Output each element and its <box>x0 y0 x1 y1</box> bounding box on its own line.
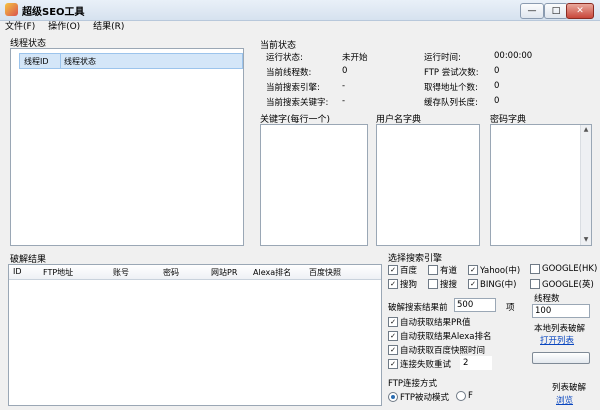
menu-results[interactable]: 结果(R) <box>88 20 129 34</box>
check-icon: ✓ <box>468 279 478 289</box>
engines-label: 选择搜索引擎 <box>388 254 443 264</box>
col-thread-id: 线程ID <box>24 57 49 66</box>
col-thread-status: 线程状态 <box>64 57 96 66</box>
stat-queue-value: 0 <box>494 96 500 106</box>
close-button[interactable]: ✕ <box>566 3 594 19</box>
action-button[interactable] <box>532 352 590 364</box>
stat-ftp-attempts-label: FTP 尝试次数: <box>424 68 479 78</box>
window-title: 超级SEO工具 <box>22 7 85 18</box>
col-id: ID <box>13 267 22 276</box>
menu-file[interactable]: 文件(F) <box>0 20 40 34</box>
local-list-label: 本地列表破解 <box>534 324 586 334</box>
engine-baidu-checkbox[interactable]: ✓ 百度 <box>388 264 417 276</box>
engine-google-en-checkbox[interactable]: GOOGLE(英) <box>530 278 594 290</box>
maximize-button[interactable]: □ <box>544 3 568 19</box>
ftp-passive-radio[interactable]: FTP被动模式 <box>388 391 449 403</box>
engine-yahoo-checkbox[interactable]: ✓ Yahoo(中) <box>468 264 520 276</box>
crack-prefix-label: 破解搜索结果前 <box>388 303 448 313</box>
stat-engine-label: 当前搜索引擎: <box>266 83 320 93</box>
minimize-button[interactable]: — <box>520 3 544 19</box>
stat-run-status-value: 未开始 <box>342 53 368 63</box>
check-icon: ✓ <box>388 359 398 369</box>
stat-thread-count-value: 0 <box>342 66 348 76</box>
threads-input[interactable]: 100 <box>532 304 590 318</box>
stat-keyword-label: 当前搜索关键字: <box>266 98 329 108</box>
stat-addresses-label: 取得地址个数: <box>424 83 478 93</box>
col-password: 密码 <box>163 268 179 277</box>
engine-soso-checkbox[interactable]: 搜搜 <box>428 278 457 290</box>
scroll-down-icon[interactable]: ▼ <box>582 236 590 244</box>
check-icon: ✓ <box>468 265 478 275</box>
passwords-scrollbar[interactable]: ▲ ▼ <box>580 125 591 245</box>
menu-bar: 文件(F) 操作(O) 结果(R) <box>0 20 600 34</box>
col-account: 账号 <box>113 268 129 277</box>
passwords-textarea[interactable]: ▲ ▼ <box>490 124 592 246</box>
open-list-link[interactable]: 打开列表 <box>540 334 574 346</box>
auto-pr-checkbox[interactable]: ✓ 自动获取结果PR值 <box>388 316 471 328</box>
check-icon: ✓ <box>388 265 398 275</box>
retry-checkbox[interactable]: ✓ 连接失败重试 <box>388 358 451 370</box>
col-pr: 网站PR <box>211 268 238 277</box>
list-header: 线程ID 线程状态 <box>19 53 243 69</box>
stat-queue-label: 缓存队列长度: <box>424 98 478 108</box>
stat-ftp-attempts-value: 0 <box>494 66 500 76</box>
retry-count-input[interactable]: 2 <box>460 356 492 370</box>
check-icon: ✓ <box>388 317 398 327</box>
usernames-textarea[interactable] <box>376 124 480 246</box>
auto-baidu-checkbox[interactable]: ✓ 自动获取百度快照时间 <box>388 344 485 356</box>
results-header: ID FTP地址 账号 密码 网站PR Alexa排名 百度快照 <box>9 265 381 280</box>
browse-link[interactable]: 浏览 <box>556 394 573 406</box>
engine-sogou-checkbox[interactable]: ✓ 搜狗 <box>388 278 417 290</box>
col-ftp-address: FTP地址 <box>43 268 74 277</box>
stat-run-time-label: 运行时间: <box>424 53 461 63</box>
check-icon: ✓ <box>388 345 398 355</box>
stat-run-status-label: 运行状态: <box>266 53 303 63</box>
app-icon <box>5 3 18 16</box>
col-alexa: Alexa排名 <box>253 268 292 277</box>
radio-icon <box>456 391 466 401</box>
threads-label: 线程数 <box>534 294 560 304</box>
keywords-textarea[interactable] <box>260 124 368 246</box>
crack-suffix-label: 项 <box>506 303 515 313</box>
check-icon: ✓ <box>388 279 398 289</box>
check-icon: ✓ <box>388 331 398 341</box>
ftp-active-radio[interactable]: F <box>456 391 473 401</box>
stat-run-time-value: 00:00:00 <box>494 51 533 61</box>
list-crack-label: 列表破解 <box>552 383 587 393</box>
engine-bing-checkbox[interactable]: ✓ BING(中) <box>468 278 516 290</box>
stat-engine-value: - <box>342 81 346 91</box>
radio-selected-icon <box>388 392 398 402</box>
scroll-up-icon[interactable]: ▲ <box>582 126 590 134</box>
thread-status-list[interactable]: 线程ID 线程状态 <box>10 48 244 246</box>
stat-addresses-value: 0 <box>494 81 500 91</box>
title-bar <box>0 0 600 21</box>
auto-alexa-checkbox[interactable]: ✓ 自动获取结果Alexa排名 <box>388 330 492 342</box>
menu-operate[interactable]: 操作(O) <box>43 20 85 34</box>
crack-count-input[interactable]: 500 <box>454 298 496 312</box>
col-baidu-snapshot: 百度快照 <box>309 268 341 277</box>
engine-youdao-checkbox[interactable]: 有道 <box>428 264 457 276</box>
stat-thread-count-label: 当前线程数: <box>266 68 312 78</box>
current-status-label: 当前状态 <box>260 41 297 51</box>
results-table[interactable]: ID FTP地址 账号 密码 网站PR Alexa排名 百度快照 <box>8 264 382 406</box>
stat-keyword-value: - <box>342 96 346 106</box>
ftp-mode-label: FTP连接方式 <box>388 379 438 389</box>
engine-google-hk-checkbox[interactable]: GOOGLE(HK) <box>530 264 597 274</box>
